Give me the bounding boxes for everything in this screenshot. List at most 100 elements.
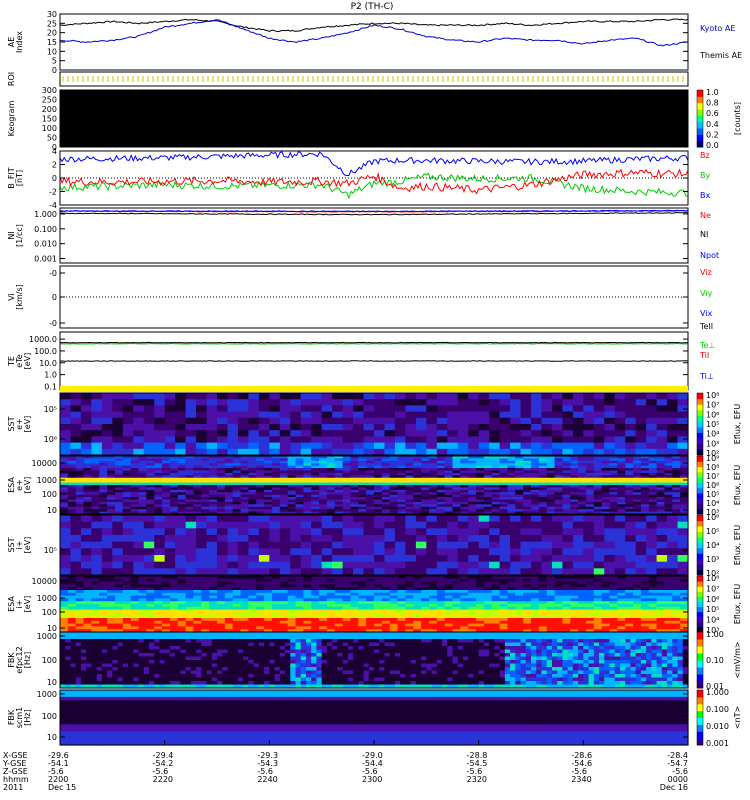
sst_e-cell [489, 417, 501, 425]
fbk_e-cell [457, 632, 464, 637]
sst_e-cell [353, 417, 365, 425]
sst_i-cell [342, 535, 354, 543]
sst_i-cell [614, 555, 626, 563]
sst_i-cell [478, 561, 490, 569]
fbk_e-cell [342, 632, 349, 637]
sst_i-cell [593, 528, 605, 536]
sst_i-cell [112, 528, 124, 536]
sst_i-cell [635, 548, 647, 556]
fbk_e-cell [316, 632, 323, 637]
sst_i-cell [541, 561, 553, 569]
sst_e-cell [415, 393, 427, 400]
sst_i-cell [625, 548, 637, 556]
sst_e-cell [101, 417, 113, 425]
sst_i-cell [164, 528, 176, 536]
sst_e-cell [468, 411, 480, 419]
sst_e-cell [91, 442, 103, 450]
sst_i-cell [217, 535, 229, 543]
sst_i-cell [614, 528, 626, 536]
sst_e-cell [625, 393, 637, 400]
sst_e-cell [625, 442, 637, 450]
sst_i-cell [363, 528, 375, 536]
sst_e-cell [499, 399, 511, 406]
sst_e-cell [143, 399, 155, 406]
sst_e-cell [363, 399, 375, 406]
sst_e-cell [258, 436, 270, 444]
sst_i-cell [164, 548, 176, 556]
sst_e-cell [258, 411, 270, 419]
fbk_e-cell [483, 632, 490, 637]
sst_e-cell [374, 393, 386, 400]
sst_e-cell [478, 405, 490, 413]
sst_i-cell [70, 541, 82, 549]
esa_i-spectrogram [60, 576, 689, 633]
sst_e-cell [321, 393, 333, 400]
sst_i-cell [384, 548, 396, 556]
sst_e-cell [321, 442, 333, 450]
fbk_e-cell [258, 632, 265, 637]
sst_e-cell [80, 430, 92, 437]
sst_i-cell [70, 528, 82, 536]
sst_e-cell [415, 442, 427, 450]
summary-plot: P2 (TH-C) AE Index051015202530ROIKeogram0… [2, 2, 742, 792]
sst_e-cell [635, 411, 647, 419]
sst_e-cell [70, 393, 82, 400]
sst_i-cell [447, 515, 459, 523]
sst_i-cell [478, 548, 490, 556]
sst_e-cell [394, 405, 406, 413]
sst_e-cell [321, 436, 333, 444]
sst_i-cell [70, 561, 82, 569]
sst_e-cell [499, 436, 511, 444]
sst_e-cell [426, 393, 438, 400]
sst_e-cell [321, 411, 333, 419]
sst_i-cell [80, 548, 92, 556]
sst_i-cell [164, 561, 176, 569]
sst_i-cell [604, 555, 616, 563]
sst_i-cell [60, 515, 72, 523]
sst_e-cell [478, 436, 490, 444]
sst_i-cell [415, 548, 427, 556]
sst_e-cell [185, 430, 197, 437]
sst_e-cell [374, 411, 386, 419]
sst_i-cell [384, 555, 396, 563]
sst_i-cell [541, 528, 553, 536]
fbk_e-cell [117, 632, 124, 637]
sst_i-cell [426, 528, 438, 536]
sst_i-cell [60, 535, 72, 543]
sst_e-cell [415, 430, 427, 437]
sst_e-cell [531, 417, 543, 425]
sst_e-cell [531, 436, 543, 444]
sst_i-cell [185, 561, 197, 569]
sst_i-cell [625, 541, 637, 549]
sst_i-cell [279, 548, 291, 556]
sst_i-cell [342, 548, 354, 556]
sst_i-cell [101, 515, 113, 523]
sst_e-cell [646, 436, 658, 444]
sst_i-cell [342, 521, 354, 529]
sst_i-cell [217, 521, 229, 529]
sst_e-cell [415, 405, 427, 413]
sst_i-cell [91, 515, 103, 523]
sst_i-cell [604, 561, 616, 569]
sst_i-cell [258, 548, 270, 556]
sst_i-cell [436, 561, 448, 569]
sst_i-cell [70, 515, 82, 523]
sst_e-cell [457, 399, 469, 406]
sst_e-cell [447, 411, 459, 419]
sst_i-cell [175, 561, 187, 569]
fbk_e-cell [96, 632, 103, 637]
fbk_e-cell [232, 632, 239, 637]
sst_e-cell [227, 442, 239, 450]
sst_e-cell [185, 405, 197, 413]
sst_i-cell [374, 515, 386, 523]
sst_e-cell [583, 405, 595, 413]
sst_i-cell [206, 541, 218, 549]
sst_e-cell [258, 424, 270, 431]
sst_i-cell [572, 541, 584, 549]
sst_e-cell [436, 436, 448, 444]
sst_e-cell [258, 393, 270, 400]
sst_e-cell [656, 436, 668, 444]
sst_e-cell [164, 411, 176, 419]
sst_i-cell [122, 528, 134, 536]
sst_e-cell [635, 399, 647, 406]
